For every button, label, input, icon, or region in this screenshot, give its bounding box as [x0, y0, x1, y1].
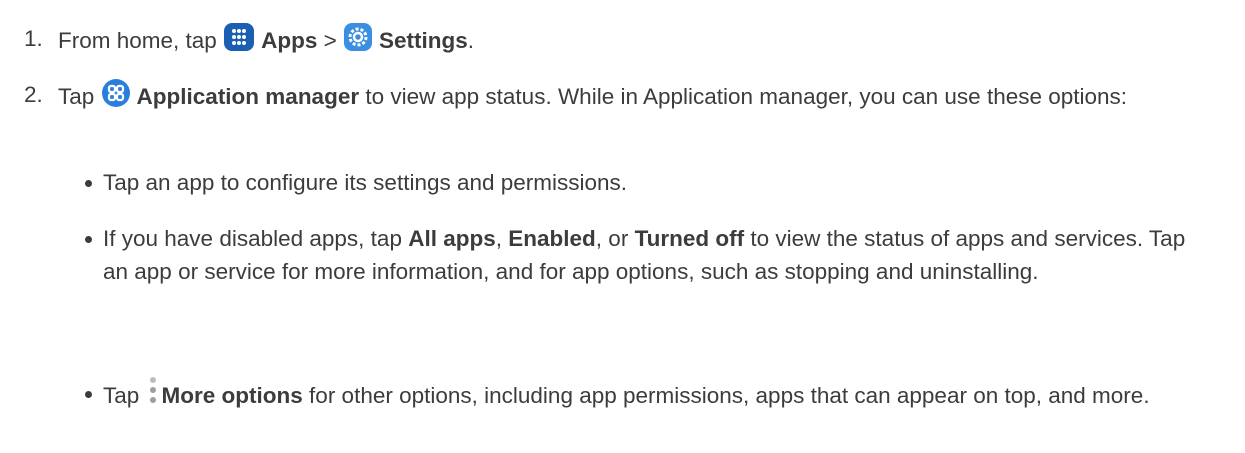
more-options-label: More options [161, 383, 303, 408]
list-item-text: Tap More options for other options, incl… [103, 377, 1213, 414]
bullet-dot [85, 236, 92, 243]
step-text-part: Tap [58, 84, 95, 109]
step-text-part: > [317, 28, 343, 53]
step-text-part: From home, tap [58, 28, 217, 53]
step-text-part: to view app status. While in Application… [359, 84, 1128, 109]
enabled-label: Enabled [508, 226, 596, 251]
step-text: Tap Application manager to view app stat… [58, 78, 1218, 117]
step-number: 2. [24, 82, 43, 107]
application-manager-icon [101, 78, 131, 117]
application-manager-label: Application manager [136, 84, 360, 109]
text-part: for other options, including app permiss… [302, 383, 1150, 408]
text-part: , or [595, 226, 635, 251]
all-apps-label: All apps [408, 226, 496, 251]
step-text: From home, tap Apps > Settings. [58, 22, 1218, 61]
list-item-text: If you have disabled apps, tap All apps,… [103, 222, 1213, 288]
more-options-icon [148, 377, 158, 414]
text-part: If you have disabled apps, tap [103, 226, 409, 251]
settings-label: Settings [378, 28, 468, 53]
step-text-part: . [467, 28, 475, 53]
apps-grid-icon [223, 22, 255, 61]
apps-label: Apps [261, 28, 318, 53]
text-part: , [495, 226, 509, 251]
turned-off-label: Turned off [634, 226, 745, 251]
text-part: Tap [103, 383, 140, 408]
list-item-text: Tap an app to configure its settings and… [103, 170, 628, 195]
settings-gear-icon [343, 22, 373, 61]
bullet-dot [85, 180, 92, 187]
step-number: 1. [24, 26, 43, 51]
bullet-dot [85, 391, 92, 398]
